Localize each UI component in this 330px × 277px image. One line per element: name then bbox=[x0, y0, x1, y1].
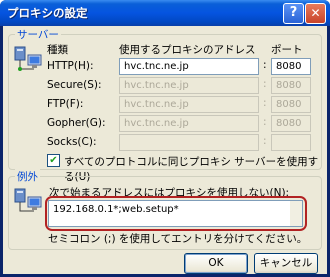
network-computer-icon bbox=[14, 45, 42, 75]
secure-colon: : bbox=[263, 78, 267, 90]
proxy-settings-dialog: プロキシの設定 ? ✕ サーバー 種類 使用するプロキシのアドレス ポート HT… bbox=[0, 0, 330, 277]
close-button[interactable]: ✕ bbox=[305, 3, 326, 24]
ftp-address-input[interactable]: hvc.tnc.ne.jp bbox=[119, 96, 259, 113]
ok-button[interactable]: OK bbox=[184, 253, 248, 274]
socks-colon: : bbox=[263, 135, 267, 147]
dialog-body: サーバー 種類 使用するプロキシのアドレス ポート HTTP(H): hvc.t… bbox=[3, 26, 327, 274]
secure-address-input[interactable]: hvc.tnc.ne.jp bbox=[119, 77, 259, 94]
socks-port-input[interactable] bbox=[271, 134, 311, 151]
exceptions-hint: セミコロン (;) を使用してエントリを分けてください。 bbox=[48, 233, 308, 245]
same-proxy-checkbox[interactable]: ✔ bbox=[47, 154, 60, 167]
address-column-header: 使用するプロキシのアドレス bbox=[119, 44, 256, 56]
cancel-button[interactable]: キャンセル bbox=[254, 253, 318, 274]
exceptions-computer-icon bbox=[14, 187, 42, 217]
gopher-port-input[interactable]: 8080 bbox=[271, 115, 311, 132]
ftp-colon: : bbox=[263, 97, 267, 109]
secure-port-input[interactable]: 8080 bbox=[271, 77, 311, 94]
servers-group: サーバー 種類 使用するプロキシのアドレス ポート HTTP(H): hvc.t… bbox=[8, 27, 322, 183]
secure-label: Secure(S): bbox=[47, 79, 102, 91]
title-bar[interactable]: プロキシの設定 ? ✕ bbox=[0, 0, 330, 26]
http-port-input[interactable]: 8080 bbox=[271, 58, 311, 75]
gopher-label: Gopher(G): bbox=[47, 117, 106, 129]
http-address-input[interactable]: hvc.tnc.ne.jp bbox=[119, 58, 259, 75]
gopher-address-input[interactable]: hvc.tnc.ne.jp bbox=[119, 115, 259, 132]
dialog-title: プロキシの設定 bbox=[7, 6, 88, 20]
ftp-port-input[interactable]: 8080 bbox=[271, 96, 311, 113]
gopher-colon: : bbox=[263, 116, 267, 128]
socks-label: Socks(C): bbox=[47, 136, 97, 148]
http-label: HTTP(H): bbox=[47, 60, 94, 72]
type-column-header: 種類 bbox=[47, 44, 68, 56]
http-colon: : bbox=[263, 59, 267, 71]
exceptions-scrollbar[interactable] bbox=[290, 201, 302, 226]
socks-address-input[interactable] bbox=[119, 134, 259, 151]
port-column-header: ポート bbox=[271, 44, 303, 56]
exceptions-value: 192.168.0.1*;web.setup* bbox=[53, 204, 179, 215]
ftp-label: FTP(F): bbox=[47, 98, 84, 110]
servers-group-label: サーバー bbox=[15, 27, 61, 42]
exceptions-input[interactable]: 192.168.0.1*;web.setup* bbox=[48, 200, 303, 227]
exceptions-group-label: 例外 bbox=[15, 169, 40, 184]
help-button[interactable]: ? bbox=[283, 3, 304, 24]
